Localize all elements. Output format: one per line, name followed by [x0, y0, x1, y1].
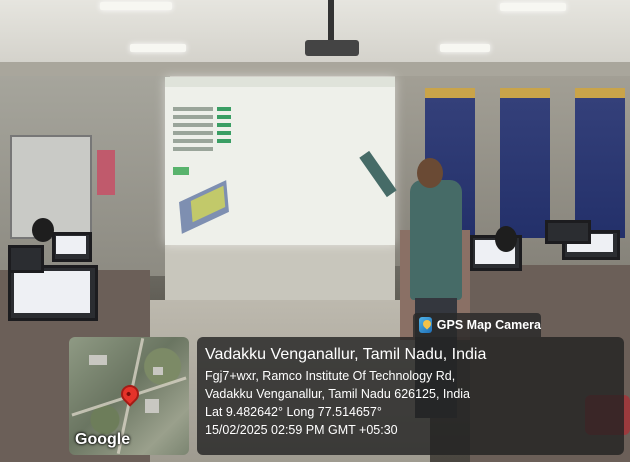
map-pin-icon [117, 381, 143, 407]
projected-cell [217, 131, 231, 135]
projected-cell [217, 139, 231, 143]
place-title: Vadakku Venganallur, Tamil Nadu, India [205, 346, 487, 363]
ceiling-light [100, 2, 172, 10]
location-map-thumbnail: Google [69, 337, 189, 455]
projected-cell [217, 115, 231, 119]
projected-cell [217, 107, 231, 111]
address-line-1: Fgj7+wxr, Ramco Institute Of Technology … [205, 369, 456, 383]
student [32, 218, 54, 242]
ceiling-light [130, 44, 186, 52]
wall-poster [500, 88, 550, 238]
projected-row [173, 147, 213, 151]
datetime-stamp: 15/02/2025 02:59 PM GMT +05:30 [205, 423, 398, 437]
presenter [410, 180, 462, 300]
monitor [545, 220, 591, 244]
projected-row [173, 107, 213, 111]
projected-row [173, 131, 213, 135]
monitor [8, 245, 44, 273]
monitor-screen [56, 236, 86, 254]
ceiling-light [440, 44, 490, 52]
coordinates: Lat 9.482642° Long 77.514657° [205, 405, 382, 419]
location-info-panel: Vadakku Venganallur, Tamil Nadu, India F… [197, 337, 624, 455]
projected-row [173, 115, 213, 119]
projected-toolbar [165, 77, 395, 87]
ceiling-beam [0, 62, 630, 76]
ceiling-light [500, 3, 566, 11]
wall-notice [97, 150, 115, 195]
projected-row [173, 139, 213, 143]
address-line-2: Vadakku Venganallur, Tamil Nadu 626125, … [205, 387, 471, 401]
projected-row [173, 123, 213, 127]
presenter-head [417, 158, 443, 188]
monitor-screen [14, 271, 90, 313]
wall-poster [575, 88, 625, 238]
student [495, 226, 517, 252]
map-building [145, 399, 159, 413]
map-building [153, 367, 163, 375]
google-logo: Google [75, 431, 131, 448]
app-name: GPS Map Camera [436, 318, 541, 332]
gps-map-camera-badge: GPS Map Camera [413, 313, 541, 337]
projected-button [173, 167, 189, 175]
gps-map-camera-icon [419, 317, 432, 333]
projector [305, 40, 359, 56]
projected-cell [217, 123, 231, 127]
map-building [89, 355, 107, 365]
projector-mount [328, 0, 334, 42]
